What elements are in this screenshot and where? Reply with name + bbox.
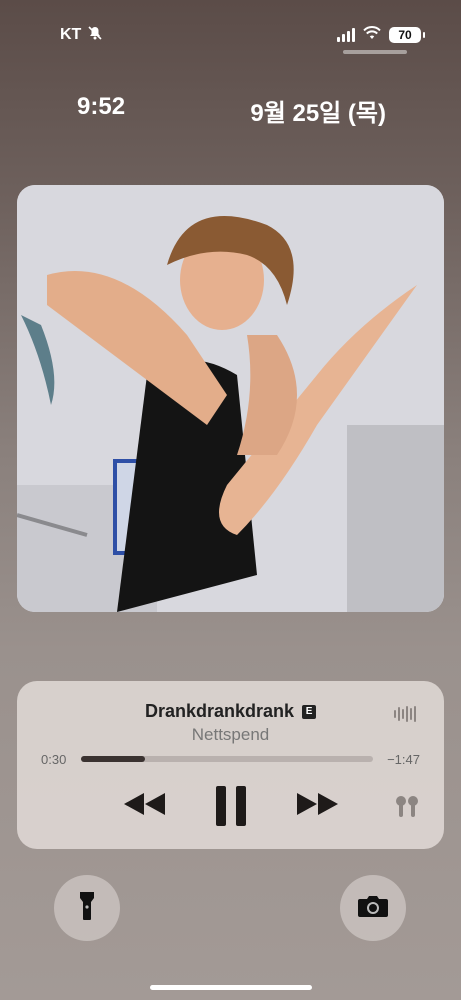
progress-bar[interactable]: [81, 756, 373, 762]
airpods-icon: [394, 796, 420, 823]
pause-button[interactable]: [209, 785, 253, 831]
wifi-icon: [363, 25, 381, 45]
rewind-button[interactable]: [123, 786, 167, 826]
album-artwork[interactable]: [17, 185, 444, 612]
flashlight-icon: [79, 891, 95, 926]
lock-time: 9:52: [77, 93, 126, 120]
remaining-time: −1:47: [387, 752, 420, 767]
bell-slash-icon: [87, 25, 103, 46]
waveform-icon[interactable]: [394, 705, 416, 723]
pause-icon: [215, 785, 247, 831]
fast-forward-button[interactable]: [295, 786, 339, 826]
track-artist[interactable]: Nettspend: [17, 725, 444, 745]
flashlight-button[interactable]: [54, 875, 120, 941]
title-row: Drankdrankdrank E: [17, 701, 444, 722]
status-indicator: [343, 50, 407, 54]
explicit-badge: E: [302, 704, 317, 719]
carrier-label: KT: [60, 26, 82, 43]
progress-fill: [81, 756, 146, 762]
status-right: 70: [337, 22, 425, 48]
elapsed-time: 0:30: [41, 752, 67, 767]
signal-bars-icon: [337, 28, 355, 42]
rewind-icon: [124, 791, 166, 822]
audio-output-button[interactable]: [394, 795, 420, 824]
battery-icon: 70: [389, 27, 425, 43]
now-playing-card[interactable]: Drankdrankdrank E Nettspend 0:30 −1:47: [17, 681, 444, 849]
home-indicator[interactable]: [150, 985, 312, 990]
status-carrier: KT: [60, 22, 103, 48]
camera-button[interactable]: [340, 875, 406, 941]
camera-icon: [357, 894, 389, 923]
lock-date: 9월 25일 (목): [250, 100, 386, 127]
fast-forward-icon: [296, 791, 338, 822]
lock-screen: { "status_bar": {"carrier": "KT", "batte…: [0, 0, 461, 1000]
battery-level: 70: [398, 28, 412, 42]
track-title[interactable]: Drankdrankdrank: [145, 701, 294, 722]
